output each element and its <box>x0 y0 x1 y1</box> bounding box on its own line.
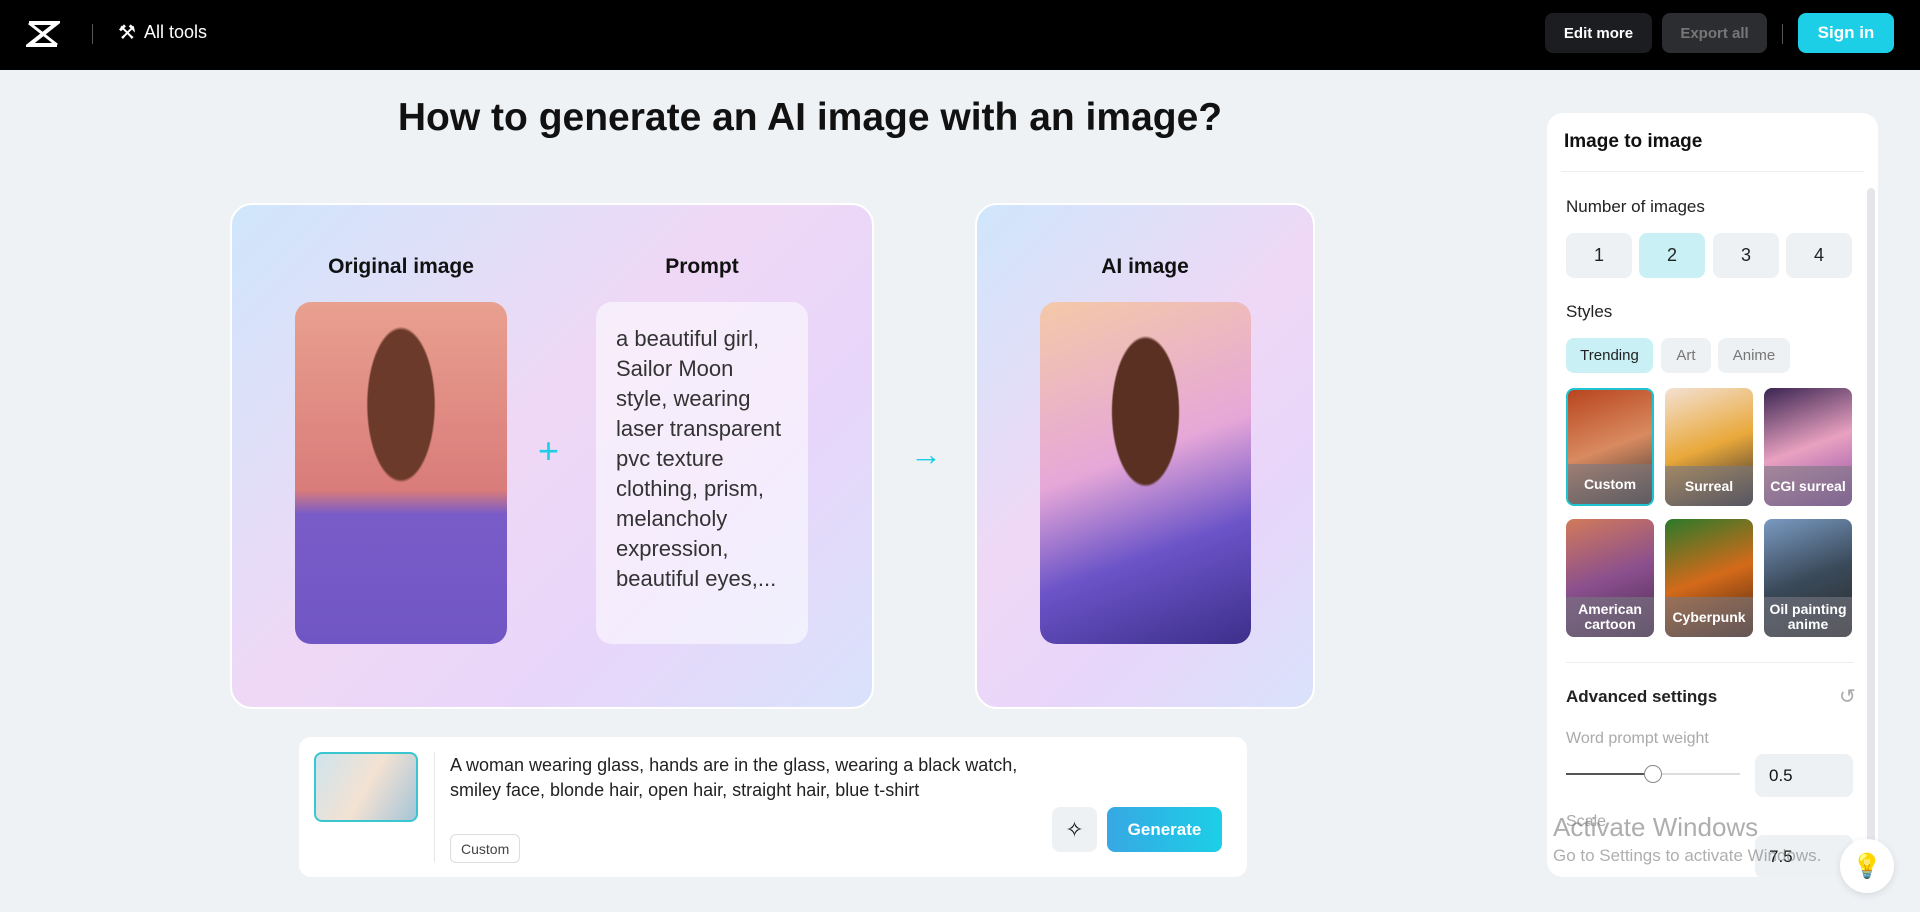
divider <box>1566 662 1854 663</box>
number-option-1[interactable]: 1 <box>1566 233 1632 278</box>
all-tools-button[interactable]: ⚒ All tools <box>118 20 207 45</box>
edit-more-button[interactable]: Edit more <box>1545 13 1652 53</box>
scrollbar[interactable] <box>1867 188 1875 863</box>
generate-button[interactable]: Generate <box>1107 807 1222 852</box>
panel-title: Image to image <box>1564 131 1703 152</box>
windows-watermark: Activate Windows <box>1553 812 1759 842</box>
arrow-right-icon: → <box>910 436 942 472</box>
word-prompt-weight-label: Word prompt weight <box>1566 730 1709 747</box>
plus-icon: + <box>538 430 560 471</box>
style-cyberpunk[interactable]: Cyberpunk <box>1665 519 1753 637</box>
export-all-button[interactable]: Export all <box>1662 13 1767 53</box>
windows-watermark-sub: Go to Settings to activate Windows. <box>1553 846 1822 865</box>
prompt-example-text: a beautiful girl, Sailor Moon style, wea… <box>596 302 808 644</box>
capcut-logo[interactable] <box>26 20 60 48</box>
ai-image <box>1040 302 1251 644</box>
top-bar: ⚒ All tools Edit more Export all Sign in <box>0 0 1920 70</box>
tab-anime[interactable]: Anime <box>1718 338 1790 373</box>
divider <box>92 24 93 44</box>
settings-panel: Image to image Number of images 1 2 3 4 … <box>1547 113 1878 877</box>
page-title: How to generate an AI image with an imag… <box>397 96 1223 139</box>
prompt-input[interactable]: A woman wearing glass, hands are in the … <box>450 753 1030 803</box>
reference-image-thumbnail[interactable] <box>314 752 418 822</box>
number-option-2[interactable]: 2 <box>1639 233 1705 278</box>
tab-trending[interactable]: Trending <box>1566 338 1653 373</box>
style-cgi-surreal[interactable]: CGI surreal <box>1764 388 1852 506</box>
style-surreal[interactable]: Surreal <box>1665 388 1753 506</box>
word-weight-input[interactable]: 0.5 <box>1755 754 1853 797</box>
lightbulb-icon[interactable]: 💡 <box>1840 839 1894 893</box>
divider <box>1782 24 1783 44</box>
word-weight-slider[interactable] <box>1566 765 1740 783</box>
style-custom[interactable]: Custom <box>1566 388 1654 506</box>
ai-image-label: AI image <box>1101 255 1189 278</box>
style-oil-painting-anime[interactable]: Oil painting anime <box>1764 519 1852 637</box>
number-option-3[interactable]: 3 <box>1713 233 1779 278</box>
number-option-4[interactable]: 4 <box>1786 233 1852 278</box>
prompt-label: Prompt <box>665 255 739 278</box>
number-of-images-label: Number of images <box>1566 197 1705 216</box>
advanced-settings-label: Advanced settings <box>1566 687 1718 706</box>
original-image-label: Original image <box>328 255 474 278</box>
sparkle-icon[interactable]: ✧ <box>1052 807 1097 852</box>
divider <box>434 752 435 862</box>
prompt-bar: A woman wearing glass, hands are in the … <box>299 737 1247 877</box>
divider <box>1561 171 1864 172</box>
sign-in-button[interactable]: Sign in <box>1798 13 1894 53</box>
style-american-cartoon[interactable]: American cartoon <box>1566 519 1654 637</box>
style-tag[interactable]: Custom <box>450 834 521 863</box>
styles-label: Styles <box>1566 302 1613 321</box>
slider-handle[interactable] <box>1644 765 1662 783</box>
tab-art[interactable]: Art <box>1661 338 1711 373</box>
magic-wand-icon: ⚒ <box>118 22 136 44</box>
reset-icon[interactable]: ↺ <box>1839 684 1856 709</box>
original-image <box>295 302 507 644</box>
